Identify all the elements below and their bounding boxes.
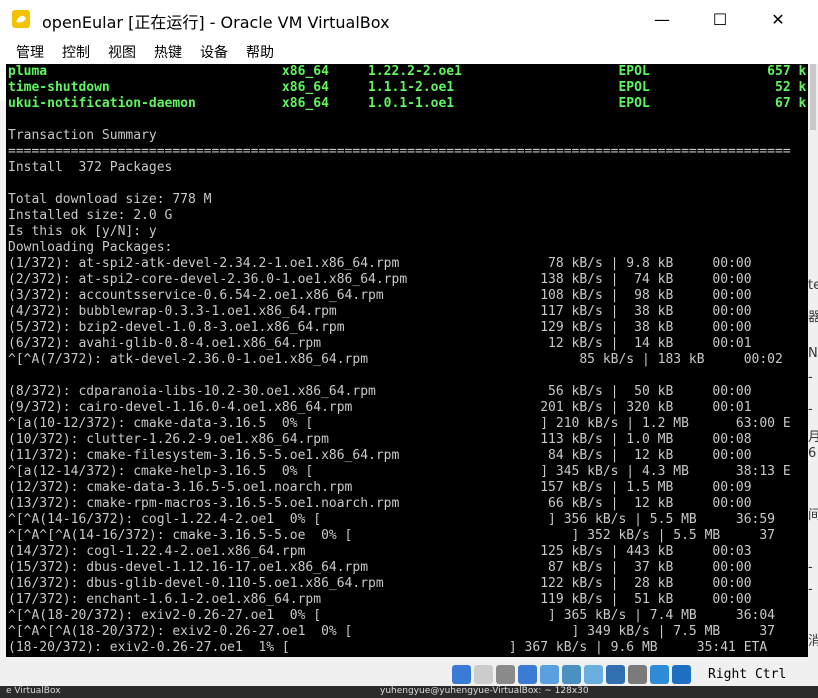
maximize-button[interactable]: ☐ — [692, 0, 748, 38]
optical-drive-icon[interactable] — [474, 665, 493, 684]
terminal-line: (12/372): cmake-data-3.16.5-5.oe1.noarch… — [8, 480, 752, 495]
window-titlebar: openEular [正在运行] - Oracle VM VirtualBox … — [0, 0, 818, 38]
host-key-label: Right Ctrl — [708, 667, 787, 682]
terminal-line: (1/372): at-spi2-atk-devel-2.34.2-1.oe1.… — [8, 256, 752, 271]
mouse-integration-icon[interactable] — [650, 665, 669, 684]
virtualbox-app-icon — [12, 10, 30, 28]
terminal-line: (13/372): cmake-rpm-macros-3.16.5-5.oe1.… — [8, 496, 752, 511]
menu-bar: 管理 控制 视图 热键 设备 帮助 — [0, 38, 818, 64]
background-glyph: 器 — [808, 310, 818, 325]
menu-help[interactable]: 帮助 — [246, 42, 274, 62]
terminal-line: ^[^A^[^A(14-16/372): cmake-3.16.5-5.oe 0… — [8, 528, 776, 543]
background-glyph: 间 — [808, 508, 818, 523]
shared-folders-icon[interactable] — [562, 665, 581, 684]
terminal-line: (8/372): cdparanoia-libs-10.2-30.oe1.x86… — [8, 384, 752, 399]
terminal-line: ^[^A(14-16/372): cogl-1.22.4-2.oe1 0% [ … — [8, 512, 776, 527]
menu-devices[interactable]: 设备 — [200, 42, 228, 62]
terminal-line: ^[^A(18-20/372): exiv2-0.26-27.oe1 0% [ … — [8, 608, 776, 623]
status-icons — [452, 665, 691, 687]
menu-control[interactable]: 控制 — [62, 42, 90, 62]
terminal-line: time-shutdown x86_64 1.1.1-2.oe1 EPOL 52… — [8, 80, 807, 95]
terminal-line: ========================================… — [8, 144, 791, 159]
terminal-line: (5/372): bzip2-devel-1.0.8-3.oe1.x86_64.… — [8, 320, 752, 335]
terminal-line: (6/372): avahi-glib-0.8-4.oe1.x86_64.rpm… — [8, 336, 752, 351]
terminal-line: (9/372): cairo-devel-1.16.0-4.oe1.x86_64… — [8, 400, 752, 415]
terminal-line: ^[a(12-14/372): cmake-help-3.16.5 0% [ ]… — [8, 464, 791, 479]
terminal-line: (16/372): dbus-glib-devel-0.110-5.oe1.x8… — [8, 576, 752, 591]
scrollbar-thumb[interactable] — [810, 64, 816, 130]
terminal-line: pluma x86_64 1.22.2-2.oe1 EPOL 657 k — [8, 64, 807, 79]
terminal-line: (3/372): accountsservice-0.6.54-2.oe1.x8… — [8, 288, 752, 303]
video-capture-icon[interactable] — [606, 665, 625, 684]
terminal-line: Downloading Packages: — [8, 240, 173, 255]
host-status-right: yuhengyue@yuhengyue-VirtualBox: ~ 128x30 — [380, 686, 589, 696]
terminal-line: ^[^A(7/372): atk-devel-2.36.0-1.oe1.x86_… — [8, 352, 783, 367]
host-taskbar-strip: e VirtualBox yuhengyue@yuhengyue-Virtual… — [0, 686, 818, 698]
window-title: openEular [正在运行] - Oracle VM VirtualBox — [42, 13, 390, 32]
menu-hotkeys[interactable]: 热键 — [154, 42, 182, 62]
background-glyph: 6 — [808, 446, 817, 461]
keyboard-icon[interactable] — [672, 665, 691, 684]
vm-terminal-screen[interactable]: pluma x86_64 1.22.2-2.oe1 EPOL 657 k time… — [6, 64, 808, 657]
menu-manage[interactable]: 管理 — [16, 42, 44, 62]
terminal-line: (4/372): bubblewrap-0.3.3-1.oe1.x86_64.r… — [8, 304, 752, 319]
audio-icon[interactable] — [496, 665, 515, 684]
background-glyph: 月 — [808, 430, 818, 445]
terminal-line: (14/372): cogl-1.22.4-2.oe1.x86_64.rpm 1… — [8, 544, 752, 559]
terminal-line: Install 372 Packages — [8, 160, 173, 175]
hard-disk-icon[interactable] — [452, 665, 471, 684]
background-glyph: te — [808, 278, 818, 293]
background-glyph: N — [808, 346, 818, 361]
background-glyph: - — [808, 560, 813, 575]
background-glyph: - — [808, 370, 813, 385]
terminal-line: (10/372): clutter-1.26.2-9.oe1.x86_64.rp… — [8, 432, 752, 447]
terminal-line: (17/372): enchant-1.6.1-2.oe1.x86_64.rpm… — [8, 592, 752, 607]
network-icon[interactable] — [518, 665, 537, 684]
terminal-line: Transaction Summary — [8, 128, 157, 143]
menu-view[interactable]: 视图 — [108, 42, 136, 62]
host-status-left: e VirtualBox — [6, 686, 61, 696]
background-glyph: 消 — [808, 634, 818, 649]
cpu-icon[interactable] — [628, 665, 647, 684]
terminal-line: Is this ok [y/N]: y — [8, 224, 157, 239]
terminal-line: ^[^A^[^A(18-20/372): exiv2-0.26-27.oe1 0… — [8, 624, 776, 639]
terminal-line: Installed size: 2.0 G — [8, 208, 173, 223]
terminal-line: (15/372): dbus-devel-1.12.16-17.oe1.x86_… — [8, 560, 752, 575]
usb-icon[interactable] — [540, 665, 559, 684]
minimize-button[interactable]: — — [634, 0, 690, 38]
display-icon[interactable] — [584, 665, 603, 684]
terminal-line: (18-20/372): exiv2-0.26-27.oe1 1% [ ] 36… — [8, 640, 768, 655]
close-button[interactable]: ✕ — [750, 0, 806, 38]
background-glyph: - — [808, 582, 813, 597]
terminal-line: ^[a(10-12/372): cmake-data-3.16.5 0% [ ]… — [8, 416, 791, 431]
terminal-line: (11/372): cmake-filesystem-3.16.5-5.oe1.… — [8, 448, 752, 463]
terminal-line: ukui-notification-daemon x86_64 1.0.1-1.… — [8, 96, 807, 111]
terminal-line: Total download size: 778 M — [8, 192, 212, 207]
terminal-line: (2/372): at-spi2-core-devel-2.36.0-1.oe1… — [8, 272, 752, 287]
background-glyph: - — [808, 402, 813, 417]
